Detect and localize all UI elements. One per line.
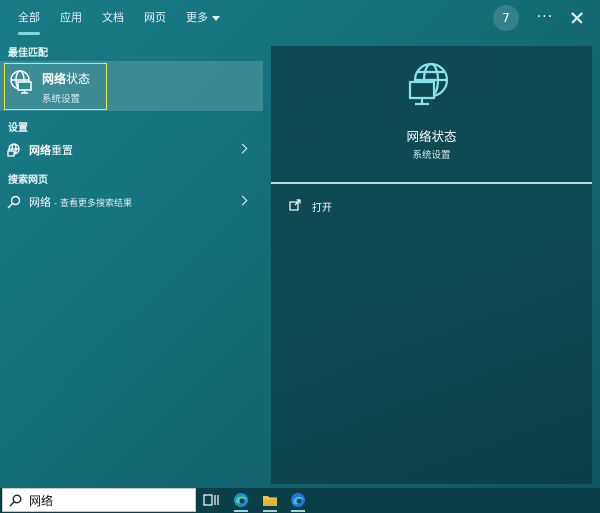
edge-dev-running-indicator [291,510,305,512]
best-match-subtitle: 系统设置 [42,94,81,105]
edge-icon[interactable] [233,492,249,508]
file-explorer-icon[interactable] [262,492,278,508]
settings-item-rest: 重置 [51,144,73,157]
search-icon [7,195,21,209]
tab-documents-label: 文档 [102,11,124,24]
chevron-right-icon[interactable] [237,195,248,206]
tab-web[interactable]: 网页 [134,0,176,36]
settings-item-label: 网络重置 [29,142,73,158]
chevron-down-icon [212,15,220,21]
web-search-heading: 搜索网页 [8,175,48,186]
task-view-icon[interactable] [203,492,219,508]
best-match-title-rest: 状态 [66,72,91,86]
rewards-badge[interactable]: 7 [493,5,519,31]
taskbar-search-value: 网络 [29,494,54,508]
web-search-item[interactable]: 网络 - 查看更多搜索结果 [0,190,263,214]
tab-web-label: 网页 [144,11,166,24]
chevron-right-icon[interactable] [237,143,248,154]
web-search-note: - 查看更多搜索结果 [51,199,132,209]
edge-running-indicator [234,510,248,512]
preview-title: 网络状态 [406,129,457,144]
tab-apps[interactable]: 应用 [50,0,92,36]
search-window: 全部 应用 文档 网页 更多 7 ··· 最佳匹配 网络状态 系统设置 设置 网… [0,0,600,488]
search-icon [9,494,22,507]
settings-item-bold: 网络 [29,144,51,157]
preview-subtitle: 系统设置 [412,150,451,161]
settings-heading: 设置 [8,123,28,134]
close-button[interactable] [564,5,590,31]
tab-all[interactable]: 全部 [8,0,50,36]
network-reset-icon [7,143,20,157]
best-match-item[interactable]: 网络状态 系统设置 [4,63,107,110]
settings-item-network-reset[interactable]: 网络重置 [0,138,263,162]
preview-divider [271,182,592,184]
open-external-icon [289,199,301,211]
edge-dev-icon[interactable] [290,492,306,508]
search-tabs: 全部 应用 文档 网页 更多 [8,0,230,36]
tab-more-label: 更多 [186,11,208,24]
best-match-heading: 最佳匹配 [8,48,48,59]
preview-panel: 网络状态 系统设置 打开 [271,46,592,484]
web-search-label: 网络 - 查看更多搜索结果 [29,194,132,210]
explorer-running-indicator [263,510,277,512]
best-match-title: 网络状态 [42,70,90,87]
tab-apps-label: 应用 [60,11,82,24]
taskbar-search-input[interactable]: 网络 [2,488,196,512]
tab-all-label: 全部 [18,11,40,24]
tab-documents[interactable]: 文档 [92,0,134,36]
best-match-title-bold: 网络 [42,72,67,86]
network-globe-monitor-icon [408,62,449,106]
taskbar: 网络 [0,488,600,513]
tab-more[interactable]: 更多 [176,0,230,36]
more-options-button[interactable]: ··· [531,5,559,31]
web-search-query: 网络 [29,196,51,209]
open-action-label: 打开 [312,203,332,214]
network-globe-monitor-icon [10,70,32,94]
